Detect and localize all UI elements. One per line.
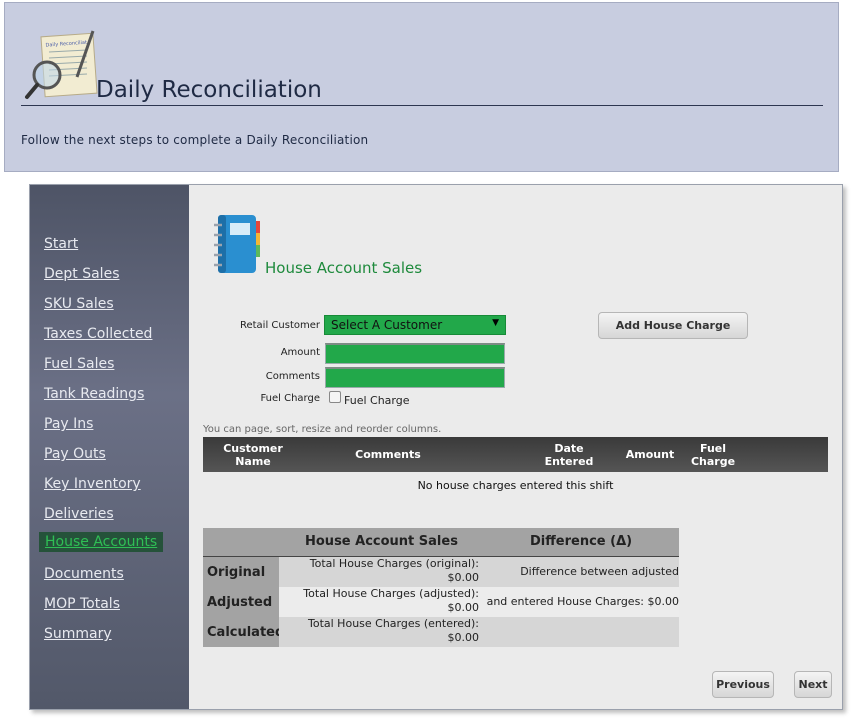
fuel-charge-checkbox-label[interactable]: Fuel Charge — [344, 394, 410, 407]
sidebar-item-pay-outs[interactable]: Pay Outs — [44, 446, 106, 462]
summary-row-label-calculated: Calculated — [203, 617, 284, 647]
grid-header: Customer Name Comments Date Entered Amou… — [203, 437, 828, 472]
grid-hint: You can page, sort, resize and reorder c… — [203, 424, 442, 435]
page-subtitle: Follow the next steps to complete a Dail… — [21, 133, 369, 147]
chevron-down-icon: ▼ — [492, 318, 499, 328]
amount-label: Amount — [280, 347, 320, 358]
page-header: Daily Reconciliat Daily Reconciliation F… — [4, 2, 839, 172]
summary-row-label-adjusted: Adjusted — [203, 587, 279, 617]
magnifier-document-icon: Daily Reconciliat — [25, 30, 98, 99]
summary-header-sales: House Account Sales — [305, 534, 458, 549]
sidebar-item-key-inventory[interactable]: Key Inventory — [44, 476, 141, 492]
previous-button[interactable]: Previous — [712, 671, 774, 698]
next-button[interactable]: Next — [794, 671, 832, 698]
wizard-frame: Start Dept Sales SKU Sales Taxes Collect… — [29, 184, 843, 710]
summary-row-label-original: Original — [203, 557, 279, 587]
sidebar-item-deliveries[interactable]: Deliveries — [44, 506, 114, 522]
column-fuel-charge[interactable]: Fuel Charge — [685, 437, 741, 472]
page-title: Daily Reconciliation — [96, 77, 322, 103]
column-amount[interactable]: Amount — [620, 437, 680, 472]
summary-difference-line1: Difference between adjusted — [479, 557, 679, 587]
comments-field[interactable] — [325, 367, 505, 388]
comments-label: Comments — [265, 371, 320, 382]
retail-customer-label: Retail Customer — [239, 320, 320, 331]
fuel-charge-label: Fuel Charge — [260, 393, 320, 404]
summary-difference-line2: and entered House Charges: $0.00 — [479, 587, 679, 617]
summary-calculated-value: Total House Charges (entered): $0.00 — [279, 617, 479, 647]
amount-field[interactable] — [325, 343, 505, 364]
sidebar: Start Dept Sales SKU Sales Taxes Collect… — [30, 185, 189, 709]
notebook-icon — [214, 215, 260, 273]
sidebar-item-start[interactable]: Start — [44, 236, 78, 252]
retail-customer-select[interactable]: Select A Customer ▼ — [324, 315, 506, 335]
grid-empty-message: No house charges entered this shift — [417, 479, 614, 492]
main-content: House Account Sales Retail Customer Sele… — [189, 185, 844, 709]
column-date-entered[interactable]: Date Entered — [536, 437, 602, 472]
retail-customer-select-value: Select A Customer — [331, 318, 443, 332]
header-divider — [21, 105, 823, 106]
sidebar-item-documents[interactable]: Documents — [44, 566, 124, 582]
sidebar-item-sku-sales[interactable]: SKU Sales — [44, 296, 114, 312]
sidebar-item-mop-totals[interactable]: MOP Totals — [44, 596, 120, 612]
sidebar-item-pay-ins[interactable]: Pay Ins — [44, 416, 93, 432]
column-customer-name[interactable]: Customer Name — [213, 437, 293, 472]
summary-original-value: Total House Charges (original): $0.00 — [279, 557, 479, 587]
summary-table: House Account Sales Difference (Δ) Origi… — [203, 528, 679, 648]
column-comments[interactable]: Comments — [343, 437, 433, 472]
sidebar-item-dept-sales[interactable]: Dept Sales — [44, 266, 119, 282]
add-house-charge-button[interactable]: Add House Charge — [598, 312, 748, 339]
sidebar-item-taxes-collected[interactable]: Taxes Collected — [44, 326, 152, 342]
summary-adjusted-value: Total House Charges (adjusted): $0.00 — [279, 587, 479, 617]
sidebar-item-summary[interactable]: Summary — [44, 626, 112, 642]
summary-header-difference: Difference (Δ) — [530, 534, 633, 549]
summary-difference-empty — [479, 617, 679, 647]
section-title: House Account Sales — [265, 259, 423, 277]
sidebar-item-house-accounts[interactable]: House Accounts — [39, 532, 164, 552]
sidebar-item-tank-readings[interactable]: Tank Readings — [44, 386, 144, 402]
fuel-charge-checkbox[interactable] — [329, 391, 341, 403]
sidebar-item-fuel-sales[interactable]: Fuel Sales — [44, 356, 114, 372]
summary-header-row: House Account Sales Difference (Δ) — [203, 528, 679, 557]
